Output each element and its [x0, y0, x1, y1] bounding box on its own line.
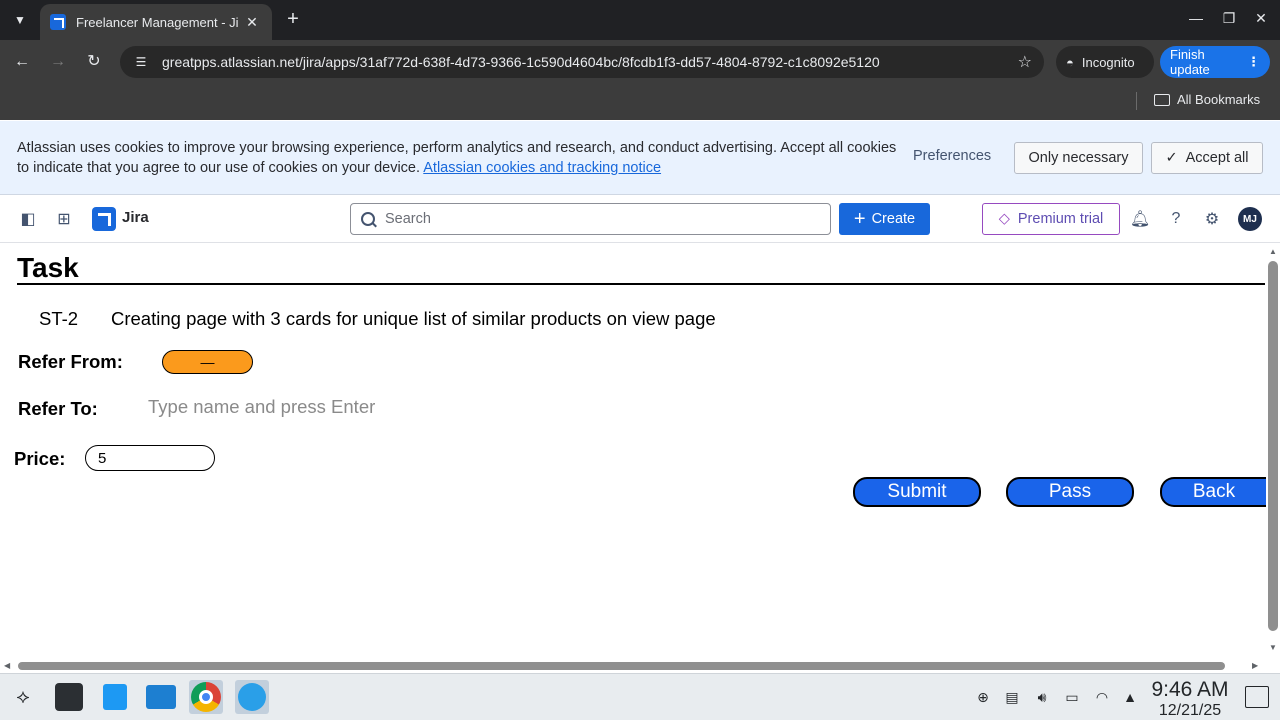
search-box[interactable] [350, 203, 831, 235]
scroll-left-arrow-icon[interactable]: ◀ [4, 661, 10, 670]
plus-icon: + [853, 208, 866, 230]
gem-icon: ◇ [998, 211, 1010, 227]
vertical-scrollbar[interactable]: ▲ ▼ [1266, 243, 1280, 661]
forward-arrow-icon[interactable]: → [46, 50, 70, 74]
create-button[interactable]: + Create [839, 203, 930, 235]
refer-from-label: Refer From: [18, 351, 123, 372]
refer-from-select[interactable]: — [162, 350, 253, 374]
taskbar-discover[interactable] [98, 680, 132, 714]
search-input[interactable] [385, 211, 820, 227]
refer-to-label: Refer To: [18, 398, 98, 419]
window-close-icon[interactable]: ✕ [1251, 10, 1271, 27]
jira-favicon-icon [50, 14, 66, 30]
page-title: Task [17, 252, 79, 283]
horizontal-scroll-thumb[interactable] [18, 662, 1225, 670]
tab-close-icon[interactable]: ✕ [242, 14, 262, 31]
app-switcher-icon[interactable]: ⊞ [52, 207, 76, 231]
accept-all-button[interactable]: ✓ Accept all [1151, 142, 1263, 174]
back-button[interactable]: Back [1160, 477, 1266, 507]
taskbar-other-app[interactable] [235, 680, 269, 714]
incognito-indicator[interactable]: ◓ Incognito [1056, 46, 1154, 78]
sidebar-toggle-icon[interactable]: ◧ [16, 207, 40, 231]
premium-trial-button[interactable]: ◇ Premium trial [982, 203, 1120, 235]
chrome-icon [191, 682, 221, 712]
tab-title: Freelancer Management - Ji [76, 14, 239, 30]
price-label: Price: [14, 448, 66, 469]
system-settings-icon [55, 683, 83, 711]
app-icon [238, 683, 266, 711]
all-bookmarks-button[interactable]: All Bookmarks [1154, 92, 1260, 107]
bookmarks-bar: All Bookmarks [0, 84, 1280, 120]
back-arrow-icon[interactable]: ← [10, 50, 34, 74]
volume-icon[interactable]: 🔊︎ [1033, 688, 1051, 706]
bookmark-star-icon[interactable]: ☆ [1018, 52, 1032, 72]
only-necessary-button[interactable]: Only necessary [1014, 142, 1143, 174]
clock[interactable]: 9:46 AM 12/21/25 [1150, 678, 1230, 720]
jira-top-nav: ◧ ⊞ Jira + Create ◇ Premium trial 🔔︎ ? ⚙… [0, 195, 1280, 243]
os-taskbar: ⟡ ⊕ ▤ 🔊︎ ▭ ◠ ▲ 9:46 AM 12/21/25 [0, 673, 1280, 720]
launcher-icon: ⟡ [16, 685, 30, 708]
browser-toolbar: ← → ↻ ☰ greatpps.atlassian.net/jira/apps… [0, 40, 1280, 84]
finish-update-button[interactable]: Finish update ⋮ [1160, 46, 1270, 78]
cookie-message: Atlassian uses cookies to improve your b… [17, 138, 897, 178]
create-label: Create [871, 211, 916, 227]
address-bar[interactable]: ☰ greatpps.atlassian.net/jira/apps/31af7… [120, 46, 1044, 78]
reload-icon[interactable]: ↻ [82, 50, 106, 74]
horizontal-scrollbar[interactable]: ◀ ▶ [0, 659, 1266, 673]
check-icon: ✓ [1165, 150, 1178, 166]
pass-button[interactable]: Pass [1006, 477, 1134, 507]
price-input[interactable] [85, 445, 215, 471]
site-info-icon[interactable]: ☰ [132, 53, 150, 71]
wifi-icon[interactable]: ◠ [1093, 688, 1111, 706]
minimize-icon[interactable]: — [1186, 10, 1206, 26]
scroll-up-arrow-icon[interactable]: ▲ [1269, 247, 1277, 256]
incognito-label: Incognito [1081, 54, 1135, 70]
maximize-icon[interactable]: ❐ [1219, 10, 1239, 27]
jira-app-name[interactable]: Jira [122, 209, 149, 226]
folder-manager-icon [146, 685, 176, 709]
cookie-preferences-link[interactable]: Preferences [913, 148, 991, 164]
url-text[interactable]: greatpps.atlassian.net/jira/apps/31af772… [162, 54, 1018, 70]
finish-update-label: Finish update [1170, 47, 1210, 77]
bookmarks-separator [1136, 92, 1137, 110]
more-menu-icon: ⋮ [1247, 54, 1260, 69]
all-bookmarks-label: All Bookmarks [1177, 92, 1261, 107]
search-icon [361, 212, 375, 226]
clock-time: 9:46 AM [1151, 678, 1229, 701]
scroll-down-arrow-icon[interactable]: ▼ [1269, 643, 1277, 652]
app-launcher[interactable]: ⟡ [6, 680, 40, 714]
clock-date: 12/21/25 [1158, 702, 1222, 719]
cookie-notice-link[interactable]: Atlassian cookies and tracking notice [423, 160, 661, 176]
issue-summary: Creating page with 3 cards for unique li… [111, 308, 716, 329]
issue-key: ST-2 [39, 308, 79, 329]
folder-icon [1154, 93, 1170, 106]
title-divider [17, 283, 1265, 285]
tab-search-chevron-icon[interactable]: ▼ [8, 8, 32, 32]
submit-button[interactable]: Submit [853, 477, 981, 507]
refer-to-input[interactable] [148, 394, 448, 420]
taskbar-files[interactable] [144, 680, 178, 714]
update-notifier-icon[interactable]: ⊕ [974, 688, 992, 706]
store-icon [103, 684, 127, 710]
show-desktop-icon[interactable] [1245, 686, 1269, 708]
settings-gear-icon[interactable]: ⚙ [1200, 207, 1224, 231]
notifications-bell-icon[interactable]: 🔔︎ [1128, 207, 1152, 231]
jira-logo-icon[interactable] [92, 207, 116, 231]
premium-trial-label: Premium trial [1017, 211, 1104, 227]
battery-icon[interactable]: ▭ [1063, 688, 1081, 706]
clipboard-icon[interactable]: ▤ [1003, 688, 1021, 706]
scroll-right-arrow-icon[interactable]: ▶ [1252, 661, 1258, 670]
user-avatar[interactable]: MJ [1238, 207, 1262, 231]
cookie-banner: Atlassian uses cookies to improve your b… [0, 121, 1280, 195]
taskbar-chrome[interactable] [189, 680, 223, 714]
accept-all-label: Accept all [1185, 150, 1249, 166]
vertical-scroll-thumb[interactable] [1268, 261, 1278, 631]
tray-expand-icon[interactable]: ▲ [1121, 688, 1139, 706]
help-icon[interactable]: ? [1164, 207, 1188, 231]
new-tab-plus-icon[interactable]: + [282, 8, 304, 30]
browser-tab[interactable]: Freelancer Management - Ji ✕ [40, 4, 272, 40]
browser-tab-strip: ▼ Freelancer Management - Ji ✕ + — ❐ ✕ [0, 0, 1280, 40]
incognito-icon: ◓ [1066, 54, 1074, 70]
taskbar-system-settings[interactable] [52, 680, 86, 714]
